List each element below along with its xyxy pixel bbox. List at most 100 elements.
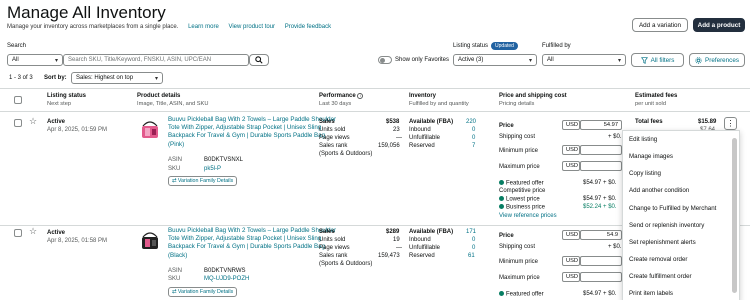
menu-item-fulfillment-order[interactable]: Create fulfillment order — [629, 273, 692, 280]
row-checkbox[interactable] — [14, 119, 22, 127]
product-title-link[interactable]: Buuvu Pickleball Bag With 2 Towels – Lar… — [168, 227, 338, 260]
units-value: 19 — [393, 237, 400, 243]
sort-value: Sales: Highest on top — [76, 75, 134, 81]
sort-select[interactable]: Sales: Highest on top ▾ — [71, 72, 163, 84]
inbound-value[interactable]: 0 — [472, 237, 475, 243]
sku-label: SKU — [168, 166, 181, 172]
column-header-listing-status[interactable]: Listing status — [47, 93, 86, 99]
inbound-value[interactable]: 0 — [472, 127, 475, 133]
featured-offer-value: $54.97 + $0. — [583, 180, 617, 186]
favorite-star-icon[interactable]: ☆ — [29, 226, 37, 237]
sku-label: SKU — [168, 276, 181, 282]
asin-value: B0DKTVNRWS — [204, 268, 246, 274]
column-header-fees[interactable]: Estimated fees — [635, 93, 677, 99]
favorites-toggle[interactable] — [378, 56, 392, 64]
column-header-performance[interactable]: Performance i — [319, 93, 364, 99]
lowest-price-value: $54.97 + $0. — [583, 196, 617, 202]
all-filters-button[interactable]: All filters — [631, 53, 684, 67]
shipping-value: + $0. — [608, 244, 622, 250]
price-label: Price — [499, 233, 514, 239]
available-value[interactable]: 220 — [466, 119, 476, 125]
total-fees-label: Total fees — [635, 119, 663, 125]
search-input[interactable]: Search SKU, Title/Keyword, FNSKU, ASIN, … — [63, 54, 249, 66]
menu-scrollbar[interactable] — [732, 138, 737, 293]
check-icon — [499, 196, 504, 201]
check-icon — [499, 204, 504, 209]
min-price-input[interactable] — [580, 145, 622, 155]
min-price-label: Minimum price — [499, 259, 539, 265]
menu-item-manage-images[interactable]: Manage images — [629, 153, 673, 160]
search-scope-select[interactable]: All ▾ — [7, 54, 63, 66]
max-price-input[interactable] — [580, 272, 622, 282]
sku-value[interactable]: pk5l-P — [204, 166, 221, 172]
listing-status-select[interactable]: Active (3) ▾ — [453, 54, 537, 66]
add-product-button[interactable]: Add a product — [693, 18, 745, 32]
product-title-link[interactable]: Buuvu Pickleball Bag With 2 Towels – Lar… — [168, 116, 338, 149]
gear-icon — [695, 56, 702, 64]
add-variation-button[interactable]: Add a variation — [632, 18, 688, 32]
select-all-checkbox[interactable] — [14, 96, 22, 104]
product-image[interactable] — [139, 118, 161, 140]
unfulfillable-value[interactable]: 0 — [472, 135, 475, 141]
units-label: Units sold — [319, 127, 346, 133]
search-button[interactable] — [249, 54, 269, 66]
feedback-link[interactable]: Provide feedback — [285, 24, 331, 30]
lowest-price-label: Lowest price — [499, 196, 540, 203]
price-input[interactable]: 54.9 — [580, 230, 622, 240]
subtitle-text: Manage your inventory across marketplace… — [7, 24, 179, 30]
info-icon[interactable]: i — [357, 93, 364, 99]
row-checkbox[interactable] — [14, 229, 22, 237]
currency-box: USD — [562, 145, 580, 155]
variation-family-button[interactable]: ⇄ Variation Family Details — [168, 176, 238, 186]
column-header-product-details[interactable]: Product details — [137, 93, 180, 99]
menu-item-edit-listing[interactable]: Edit listing — [629, 136, 657, 143]
learn-more-link[interactable]: Learn more — [188, 24, 219, 30]
menu-item-copy-listing[interactable]: Copy listing — [629, 170, 661, 177]
menu-item-send-inventory[interactable]: Send or replenish inventory — [629, 222, 704, 229]
sales-value: $538 — [386, 119, 400, 125]
asin-label: ASIN — [168, 157, 183, 163]
min-price-label: Minimum price — [499, 148, 539, 154]
views-label: Page views — [319, 135, 350, 141]
more-actions-button[interactable]: ⋮ — [724, 117, 737, 130]
menu-item-removal-order[interactable]: Create removal order — [629, 256, 687, 263]
product-tour-link[interactable]: View product tour — [228, 24, 275, 30]
sku-value[interactable]: MQ-UJD9-POZH — [204, 276, 249, 282]
show-favorites-label: Show only Favorites — [395, 57, 450, 63]
max-price-input[interactable] — [580, 161, 622, 171]
page-title: Manage All Inventory — [7, 3, 166, 22]
fulfilled-by-select[interactable]: All ▾ — [542, 54, 626, 66]
available-value[interactable]: 171 — [466, 229, 476, 235]
favorite-star-icon[interactable]: ☆ — [29, 116, 37, 127]
results-range: 1 - 3 of 3 — [9, 75, 33, 81]
listing-status-value: Active (3) — [458, 57, 484, 63]
available-label: Available (FBA) — [409, 119, 454, 125]
menu-item-change-fulfillment[interactable]: Change to Fulfilled by Merchant — [629, 205, 716, 212]
search-label: Search — [7, 43, 27, 49]
more-vertical-icon: ⋮ — [726, 118, 735, 128]
lowest-price-text: Lowest price — [506, 196, 540, 203]
menu-item-add-condition[interactable]: Add another condition — [629, 187, 689, 194]
variation-family-button[interactable]: ⇄ Variation Family Details — [168, 287, 238, 297]
min-price-input[interactable] — [580, 256, 622, 266]
reference-prices-link[interactable]: View reference prices — [499, 213, 557, 219]
competitive-price-label: Competitive price — [499, 188, 546, 194]
price-input[interactable]: 54.97 — [580, 120, 622, 130]
product-image[interactable] — [139, 229, 161, 251]
unfulfillable-value[interactable]: 0 — [472, 245, 475, 251]
column-sub-performance: Last 30 days — [319, 101, 352, 107]
business-price-value: $52.24 + $0. — [583, 204, 617, 210]
reserved-value[interactable]: 61 — [468, 253, 475, 259]
preferences-button[interactable]: Preferences — [689, 53, 745, 67]
column-header-inventory[interactable]: Inventory — [409, 93, 436, 99]
business-price-text: Business price — [506, 204, 546, 211]
menu-item-replenishment-alerts[interactable]: Set replenishment alerts — [629, 239, 696, 246]
featured-offer-text: Featured offer — [506, 180, 544, 187]
listing-status-value: Active — [47, 119, 66, 125]
menu-item-print-labels[interactable]: Print item labels — [629, 290, 673, 297]
listing-status-text: Listing status — [453, 43, 489, 49]
reserved-value[interactable]: 7 — [472, 143, 475, 149]
listing-date: Apr 8, 2025, 01:59 PM — [47, 127, 108, 133]
total-fees-value: $15.89 — [698, 119, 717, 125]
column-header-price[interactable]: Price and shipping cost — [499, 93, 567, 99]
